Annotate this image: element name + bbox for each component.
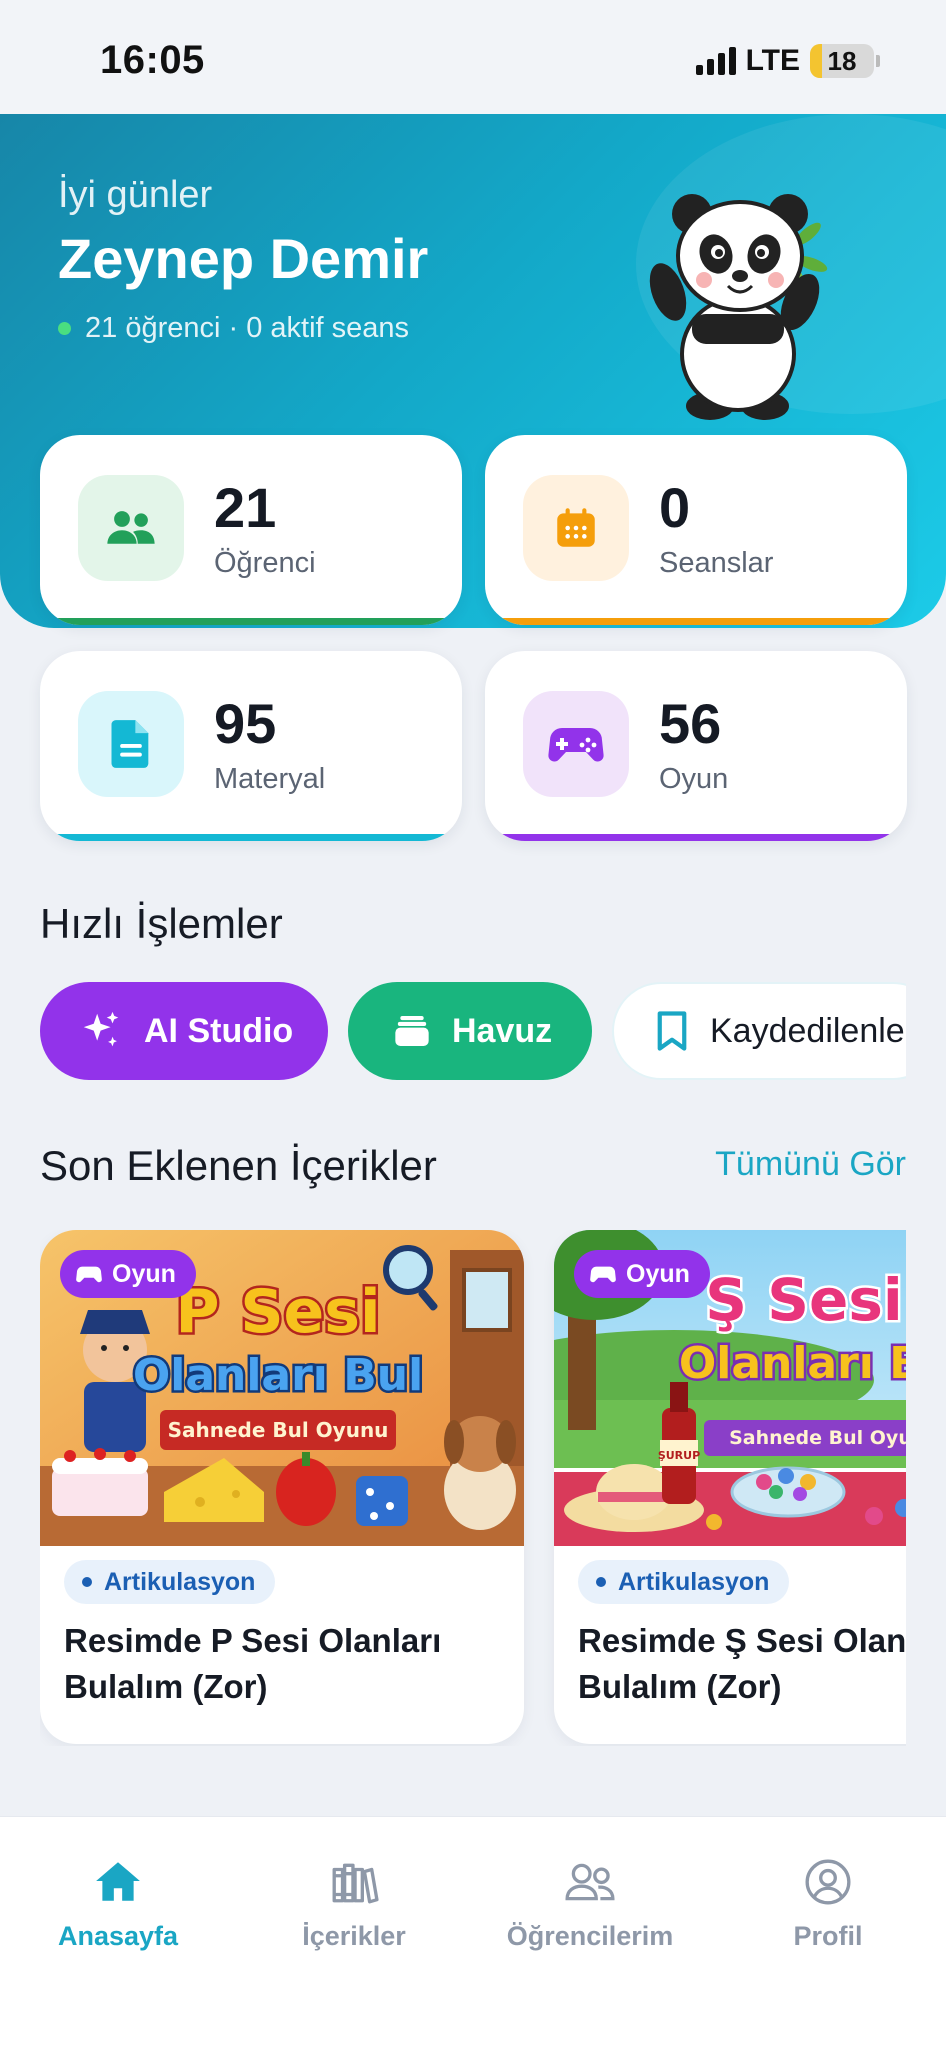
- nav-label: Profil: [793, 1921, 863, 1951]
- thumb-title-line2: Olanları Bul: [679, 1338, 906, 1389]
- stat-card-students[interactable]: 21 Öğrenci: [40, 435, 462, 625]
- network-type: LTE: [745, 44, 800, 77]
- nav-label: Öğrencilerim: [506, 1921, 674, 1951]
- thumb-title-line1: P Sesi: [175, 1277, 380, 1347]
- user-name: Zeynep Demir: [58, 227, 429, 290]
- type-badge: Oyun: [574, 1250, 710, 1298]
- thumb-title-line1: Ş Sesi: [705, 1266, 902, 1334]
- quick-actions-title: Hızlı İşlemler: [40, 900, 283, 947]
- calendar-icon: [523, 475, 629, 581]
- stack-icon: [395, 1016, 429, 1046]
- summary-text: 21 öğrenci · 0 aktif seans: [85, 312, 410, 344]
- sparkles-icon: [83, 1011, 119, 1047]
- thumb-bottle-label: ŞURUP: [658, 1449, 700, 1462]
- stat-label: Materyal: [214, 763, 326, 795]
- profile-icon: [805, 1859, 851, 1905]
- type-label: Oyun: [112, 1259, 176, 1288]
- type-badge: Oyun: [60, 1250, 196, 1298]
- content-title: Resimde Ş Sesi Olanları Bulalım (Zor): [578, 1622, 906, 1705]
- stat-label: Öğrenci: [214, 547, 316, 579]
- stat-value: 0: [659, 476, 691, 539]
- nav-item-students[interactable]: Öğrencilerim: [472, 1857, 708, 1952]
- stat-card-materials[interactable]: 95 Materyal: [40, 651, 462, 841]
- status-bar: 16:05 LTE 18: [0, 0, 946, 114]
- document-icon: [78, 691, 184, 797]
- status-time: 16:05: [100, 38, 205, 82]
- stat-value: 95: [214, 692, 277, 755]
- stat-card-sessions[interactable]: 0 Seanslar: [485, 435, 907, 625]
- nav-item-home[interactable]: Anasayfa: [0, 1857, 236, 1952]
- thumb-banner: Sahnede Bul Oyunu: [168, 1418, 389, 1442]
- users-icon: [78, 475, 184, 581]
- see-all-link[interactable]: Tümünü Gör: [715, 1145, 906, 1184]
- stat-label: Oyun: [659, 763, 729, 795]
- ai-studio-label: AI Studio: [144, 1011, 294, 1050]
- nav-label: İçerikler: [302, 1921, 406, 1951]
- home-icon: [96, 1862, 140, 1901]
- bookmark-icon: [657, 1011, 687, 1051]
- bottom-nav: Anasayfa İçerikler Öğrencilerim Profil: [0, 1816, 946, 2048]
- ai-studio-button[interactable]: AI Studio: [40, 982, 328, 1080]
- quick-actions-row: AI Studio Havuz Kaydedilenler: [40, 982, 906, 1082]
- battery-icon: 18: [810, 44, 874, 78]
- nav-item-contents[interactable]: İçerikler: [236, 1857, 472, 1952]
- library-icon: [332, 1863, 379, 1904]
- nav-item-profile[interactable]: Profil: [710, 1857, 946, 1952]
- students-icon: [565, 1863, 615, 1901]
- havuz-label: Havuz: [452, 1011, 553, 1050]
- signal-icon: [695, 47, 736, 75]
- category-badge: Artikulasyon: [578, 1560, 790, 1604]
- panda-mascot-icon: [649, 194, 828, 420]
- greeting-text: İyi günler: [58, 174, 213, 216]
- content-card[interactable]: ŞURUP Ş Sesi Olanları Bul Sahnede Bul Oy…: [554, 1230, 906, 1744]
- stat-label: Seanslar: [659, 547, 774, 579]
- havuz-button[interactable]: Havuz: [348, 982, 592, 1080]
- thumb-banner: Sahnede Bul Oyunu: [729, 1427, 906, 1449]
- category-label: Artikulasyon: [618, 1567, 770, 1596]
- summary-line: 21 öğrenci · 0 aktif seans: [58, 312, 409, 345]
- gamepad-icon: [590, 1266, 616, 1283]
- gamepad-icon: [76, 1266, 102, 1283]
- content-thumbnail: ŞURUP Ş Sesi Olanları Bul Sahnede Bul Oy…: [554, 1230, 906, 1546]
- saved-button[interactable]: Kaydedilenler: [612, 982, 906, 1080]
- stat-value: 21: [214, 476, 277, 539]
- recent-content-row: P Sesi Olanları Bul Sahnede Bul Oyunu Oy…: [40, 1230, 906, 1746]
- content-title: Resimde P Sesi Olanları Bulalım (Zor): [64, 1622, 442, 1705]
- content-thumbnail: P Sesi Olanları Bul Sahnede Bul Oyunu Oy…: [40, 1230, 524, 1546]
- recent-title: Son Eklenen İçerikler: [40, 1142, 437, 1189]
- nav-label: Anasayfa: [57, 1921, 179, 1951]
- status-indicators: LTE 18: [695, 44, 880, 78]
- battery-level: 18: [827, 45, 857, 76]
- category-badge: Artikulasyon: [64, 1560, 276, 1604]
- online-dot-icon: [58, 322, 71, 335]
- gamepad-icon: [523, 691, 629, 797]
- type-label: Oyun: [626, 1259, 690, 1288]
- saved-label: Kaydedilenler: [710, 1011, 906, 1050]
- thumb-title-line2: Olanları Bul: [133, 1350, 423, 1401]
- content-card[interactable]: P Sesi Olanları Bul Sahnede Bul Oyunu Oy…: [40, 1230, 524, 1744]
- stat-value: 56: [659, 692, 722, 755]
- category-label: Artikulasyon: [104, 1567, 256, 1596]
- stat-card-games[interactable]: 56 Oyun: [485, 651, 907, 841]
